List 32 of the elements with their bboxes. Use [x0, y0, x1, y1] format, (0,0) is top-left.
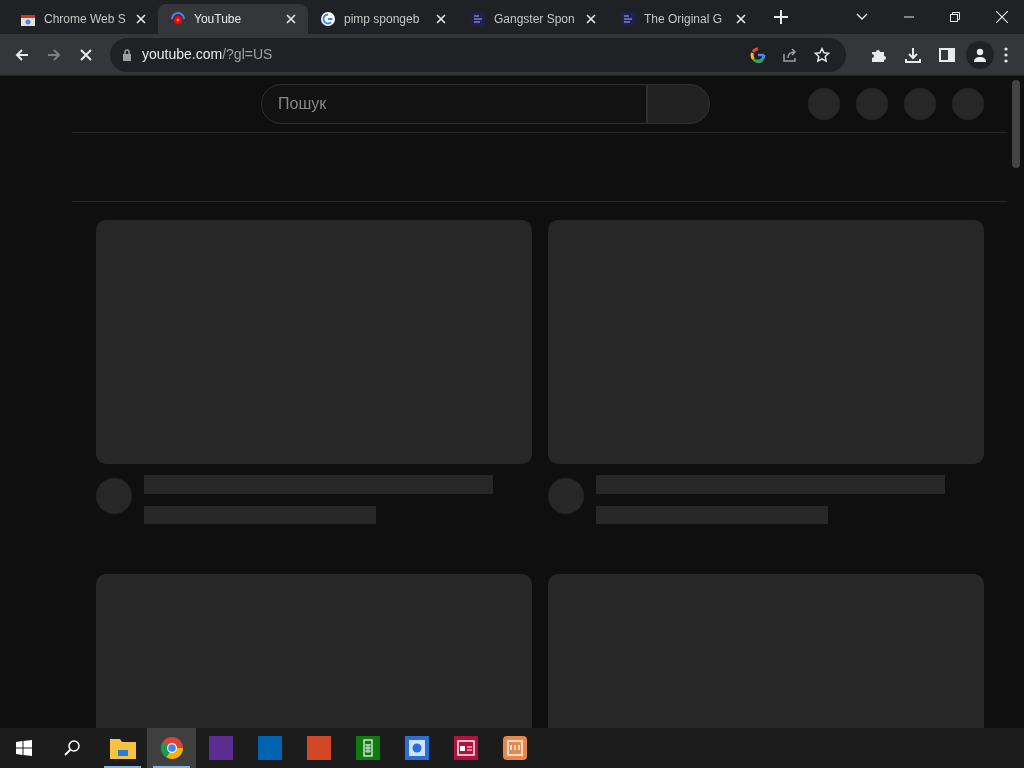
restore-icon[interactable]: [950, 12, 960, 22]
tab-search-icon[interactable]: [856, 13, 868, 21]
loading-spinner-icon: [170, 11, 186, 27]
browser-tab[interactable]: The Original G: [608, 4, 758, 34]
document-icon: [470, 11, 486, 27]
close-icon[interactable]: [586, 14, 596, 24]
profile-icon[interactable]: [966, 40, 994, 69]
google-icon: [320, 11, 336, 27]
side-panel-icon[interactable]: [938, 45, 956, 64]
browser-tab[interactable]: Chrome Web S: [8, 4, 158, 34]
lock-icon: [122, 48, 132, 61]
browser-tab[interactable]: pimp spongeb: [308, 4, 458, 34]
document-icon: [620, 11, 636, 27]
avatar-placeholder: [548, 478, 584, 514]
chrome-icon[interactable]: [147, 728, 196, 768]
browser-tab[interactable]: Gangster Spon: [458, 4, 608, 34]
menu-icon[interactable]: [1004, 46, 1008, 63]
close-icon[interactable]: [136, 14, 146, 24]
google-icon[interactable]: [750, 46, 766, 63]
address-bar[interactable]: youtube.com/?gl=US: [110, 37, 846, 72]
share-icon[interactable]: [782, 46, 798, 63]
search-field[interactable]: Пошук: [261, 84, 647, 124]
close-icon[interactable]: [736, 14, 746, 24]
scrollbar[interactable]: [1012, 80, 1020, 168]
download-icon[interactable]: [904, 45, 922, 64]
browser-tab[interactable]: YouTube: [158, 4, 308, 34]
star-icon[interactable]: [814, 46, 830, 63]
url-text: youtube.com/?gl=US: [142, 45, 273, 64]
close-icon[interactable]: [286, 14, 296, 24]
close-icon[interactable]: [996, 11, 1008, 23]
close-icon[interactable]: [436, 14, 446, 24]
avatar-placeholder: [96, 478, 132, 514]
